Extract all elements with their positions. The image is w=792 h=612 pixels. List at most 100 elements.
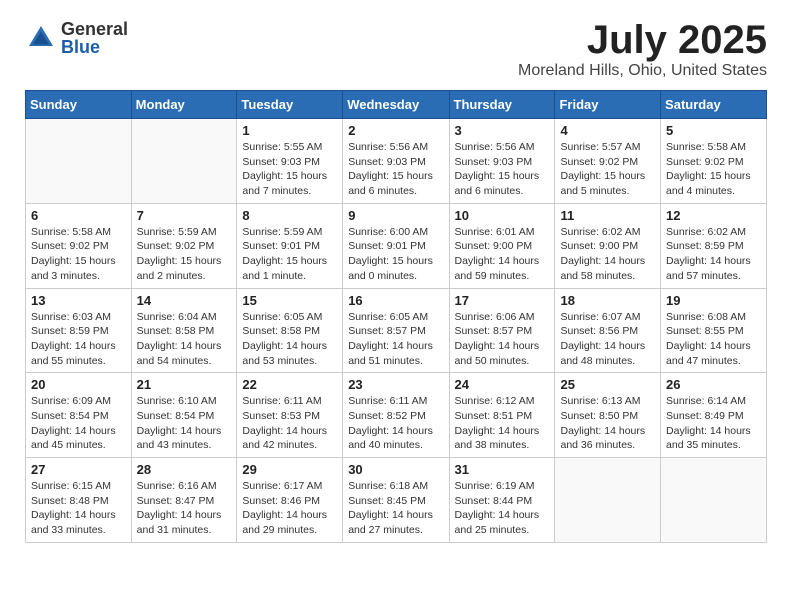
calendar-cell: 29 Sunrise: 6:17 AMSunset: 8:46 PMDayligh…: [237, 458, 343, 543]
day-info: Sunrise: 6:03 AMSunset: 8:59 PMDaylight:…: [31, 310, 126, 369]
day-number: 29: [242, 462, 337, 477]
day-number: 15: [242, 293, 337, 308]
calendar-cell: 14 Sunrise: 6:04 AMSunset: 8:58 PMDayligh…: [131, 288, 237, 373]
calendar-cell: 4 Sunrise: 5:57 AMSunset: 9:02 PMDaylight…: [555, 119, 661, 204]
day-info: Sunrise: 6:07 AMSunset: 8:56 PMDaylight:…: [560, 310, 655, 369]
day-number: 6: [31, 208, 126, 223]
day-info: Sunrise: 6:00 AMSunset: 9:01 PMDaylight:…: [348, 225, 443, 284]
weekday-header-sunday: Sunday: [26, 91, 132, 119]
day-info: Sunrise: 6:09 AMSunset: 8:54 PMDaylight:…: [31, 394, 126, 453]
week-row-4: 20 Sunrise: 6:09 AMSunset: 8:54 PMDayligh…: [26, 373, 767, 458]
day-info: Sunrise: 6:11 AMSunset: 8:53 PMDaylight:…: [242, 394, 337, 453]
day-number: 25: [560, 377, 655, 392]
day-number: 30: [348, 462, 443, 477]
day-number: 4: [560, 123, 655, 138]
calendar-cell: 3 Sunrise: 5:56 AMSunset: 9:03 PMDaylight…: [449, 119, 555, 204]
day-info: Sunrise: 6:11 AMSunset: 8:52 PMDaylight:…: [348, 394, 443, 453]
day-info: Sunrise: 6:12 AMSunset: 8:51 PMDaylight:…: [455, 394, 550, 453]
weekday-header-friday: Friday: [555, 91, 661, 119]
calendar-cell: 21 Sunrise: 6:10 AMSunset: 8:54 PMDayligh…: [131, 373, 237, 458]
day-number: 7: [137, 208, 232, 223]
day-info: Sunrise: 6:15 AMSunset: 8:48 PMDaylight:…: [31, 479, 126, 538]
weekday-header-row: SundayMondayTuesdayWednesdayThursdayFrid…: [26, 91, 767, 119]
day-info: Sunrise: 5:56 AMSunset: 9:03 PMDaylight:…: [455, 140, 550, 199]
day-number: 11: [560, 208, 655, 223]
weekday-header-thursday: Thursday: [449, 91, 555, 119]
calendar-cell: 17Sunrise: 6:06 AMSunset: 8:57 PMDayligh…: [449, 288, 555, 373]
weekday-header-saturday: Saturday: [661, 91, 767, 119]
calendar-cell: [26, 119, 132, 204]
calendar-cell: 23Sunrise: 6:11 AMSunset: 8:52 PMDayligh…: [343, 373, 449, 458]
logo-general: General: [61, 20, 128, 38]
day-number: 27: [31, 462, 126, 477]
day-info: Sunrise: 5:55 AMSunset: 9:03 PMDaylight:…: [242, 140, 337, 199]
calendar-cell: 9 Sunrise: 6:00 AMSunset: 9:01 PMDaylight…: [343, 203, 449, 288]
week-row-5: 27 Sunrise: 6:15 AMSunset: 8:48 PMDayligh…: [26, 458, 767, 543]
weekday-header-wednesday: Wednesday: [343, 91, 449, 119]
week-row-3: 13 Sunrise: 6:03 AMSunset: 8:59 PMDayligh…: [26, 288, 767, 373]
calendar-cell: 31Sunrise: 6:19 AMSunset: 8:44 PMDayligh…: [449, 458, 555, 543]
month-title: July 2025: [518, 20, 767, 60]
calendar-cell: [131, 119, 237, 204]
day-number: 20: [31, 377, 126, 392]
day-number: 14: [137, 293, 232, 308]
day-info: Sunrise: 6:19 AMSunset: 8:44 PMDaylight:…: [455, 479, 550, 538]
day-number: 2: [348, 123, 443, 138]
calendar-cell: 18 Sunrise: 6:07 AMSunset: 8:56 PMDayligh…: [555, 288, 661, 373]
day-number: 9: [348, 208, 443, 223]
calendar-cell: 5 Sunrise: 5:58 AMSunset: 9:02 PMDaylight…: [661, 119, 767, 204]
calendar-cell: 19 Sunrise: 6:08 AMSunset: 8:55 PMDayligh…: [661, 288, 767, 373]
day-info: Sunrise: 5:58 AMSunset: 9:02 PMDaylight:…: [31, 225, 126, 284]
calendar-cell: 1 Sunrise: 5:55 AMSunset: 9:03 PMDaylight…: [237, 119, 343, 204]
day-info: Sunrise: 6:08 AMSunset: 8:55 PMDaylight:…: [666, 310, 761, 369]
day-number: 1: [242, 123, 337, 138]
calendar-cell: 27 Sunrise: 6:15 AMSunset: 8:48 PMDayligh…: [26, 458, 132, 543]
day-number: 19: [666, 293, 761, 308]
calendar-cell: 6 Sunrise: 5:58 AMSunset: 9:02 PMDaylight…: [26, 203, 132, 288]
calendar-cell: 30 Sunrise: 6:18 AMSunset: 8:45 PMDayligh…: [343, 458, 449, 543]
day-info: Sunrise: 6:16 AMSunset: 8:47 PMDaylight:…: [137, 479, 232, 538]
day-number: 18: [560, 293, 655, 308]
logo: General Blue: [25, 20, 128, 56]
calendar-cell: 24 Sunrise: 6:12 AMSunset: 8:51 PMDayligh…: [449, 373, 555, 458]
logo-icon: [25, 22, 57, 54]
weekday-header-monday: Monday: [131, 91, 237, 119]
calendar-cell: 20 Sunrise: 6:09 AMSunset: 8:54 PMDayligh…: [26, 373, 132, 458]
day-number: 24: [455, 377, 550, 392]
day-number: 13: [31, 293, 126, 308]
day-info: Sunrise: 5:57 AMSunset: 9:02 PMDaylight:…: [560, 140, 655, 199]
day-info: Sunrise: 6:18 AMSunset: 8:45 PMDaylight:…: [348, 479, 443, 538]
day-number: 21: [137, 377, 232, 392]
day-info: Sunrise: 6:10 AMSunset: 8:54 PMDaylight:…: [137, 394, 232, 453]
page-header: General Blue July 2025 Moreland Hills, O…: [25, 20, 767, 80]
calendar-cell: 8Sunrise: 5:59 AMSunset: 9:01 PMDaylight…: [237, 203, 343, 288]
day-info: Sunrise: 6:17 AMSunset: 8:46 PMDaylight:…: [242, 479, 337, 538]
day-number: 16: [348, 293, 443, 308]
weekday-header-tuesday: Tuesday: [237, 91, 343, 119]
calendar-cell: 28Sunrise: 6:16 AMSunset: 8:47 PMDayligh…: [131, 458, 237, 543]
day-info: Sunrise: 6:04 AMSunset: 8:58 PMDaylight:…: [137, 310, 232, 369]
day-number: 5: [666, 123, 761, 138]
calendar-cell: 2 Sunrise: 5:56 AMSunset: 9:03 PMDaylight…: [343, 119, 449, 204]
day-info: Sunrise: 6:13 AMSunset: 8:50 PMDaylight:…: [560, 394, 655, 453]
day-info: Sunrise: 5:56 AMSunset: 9:03 PMDaylight:…: [348, 140, 443, 199]
day-number: 22: [242, 377, 337, 392]
calendar-cell: [661, 458, 767, 543]
calendar-cell: 15 Sunrise: 6:05 AMSunset: 8:58 PMDayligh…: [237, 288, 343, 373]
day-info: Sunrise: 6:05 AMSunset: 8:58 PMDaylight:…: [242, 310, 337, 369]
day-number: 26: [666, 377, 761, 392]
day-info: Sunrise: 6:05 AMSunset: 8:57 PMDaylight:…: [348, 310, 443, 369]
day-info: Sunrise: 6:02 AMSunset: 8:59 PMDaylight:…: [666, 225, 761, 284]
day-info: Sunrise: 5:58 AMSunset: 9:02 PMDaylight:…: [666, 140, 761, 199]
day-number: 8: [242, 208, 337, 223]
week-row-1: 1 Sunrise: 5:55 AMSunset: 9:03 PMDaylight…: [26, 119, 767, 204]
calendar-cell: [555, 458, 661, 543]
calendar-table: SundayMondayTuesdayWednesdayThursdayFrid…: [25, 90, 767, 543]
day-info: Sunrise: 6:01 AMSunset: 9:00 PMDaylight:…: [455, 225, 550, 284]
calendar-cell: 26 Sunrise: 6:14 AMSunset: 8:49 PMDayligh…: [661, 373, 767, 458]
day-info: Sunrise: 6:02 AMSunset: 9:00 PMDaylight:…: [560, 225, 655, 284]
location: Moreland Hills, Ohio, United States: [518, 62, 767, 80]
day-info: Sunrise: 6:14 AMSunset: 8:49 PMDaylight:…: [666, 394, 761, 453]
day-number: 3: [455, 123, 550, 138]
calendar-cell: 16 Sunrise: 6:05 AMSunset: 8:57 PMDayligh…: [343, 288, 449, 373]
